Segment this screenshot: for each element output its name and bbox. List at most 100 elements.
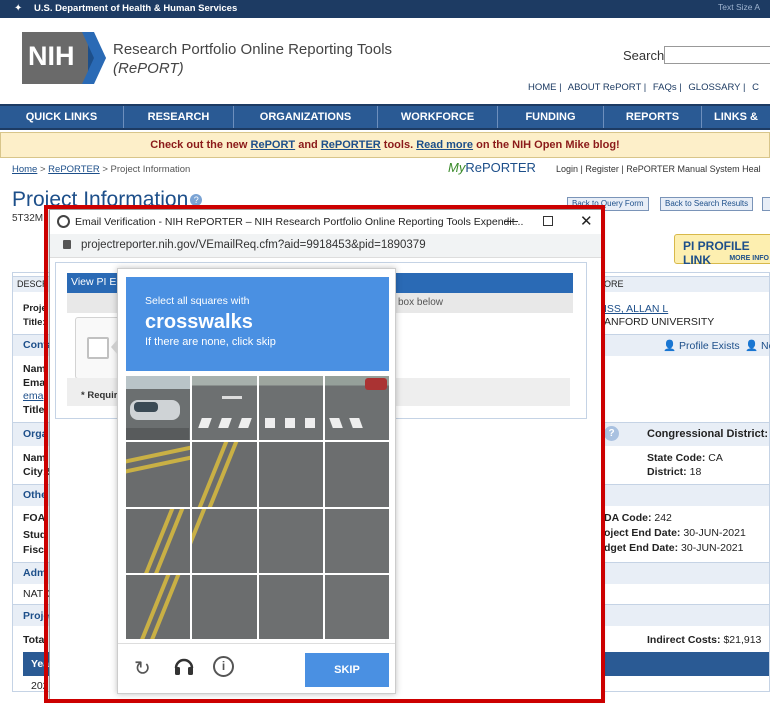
label-title: Title: xyxy=(23,317,46,328)
challenge-header: Select all squares with crosswalks If th… xyxy=(126,277,389,371)
nav-organizations[interactable]: ORGANIZATIONS xyxy=(234,106,378,128)
cfda-code: DA Code: 242 xyxy=(604,512,672,524)
crosswalk-stripe xyxy=(238,418,253,428)
view-pi-email-text: View PI E xyxy=(71,276,117,288)
crosswalk-stripe xyxy=(348,418,363,428)
yellow-line xyxy=(192,508,208,573)
crumb-home[interactable]: Home xyxy=(12,164,37,175)
state-code-value: CA xyxy=(708,452,723,464)
pi-name-link[interactable]: ISS, ALLAN L xyxy=(604,303,668,315)
nav-reports[interactable]: REPORTS xyxy=(604,106,702,128)
pi-profile-link[interactable]: PI PROFILE LINK MORE INFO xyxy=(674,234,770,267)
label-fiscal: Fisc xyxy=(23,544,45,556)
email-link[interactable]: ema xyxy=(23,390,43,402)
text-size-control[interactable]: Text Size A xyxy=(718,2,760,12)
nav-quick-links[interactable]: QUICK LINKS xyxy=(0,106,124,128)
tab-more[interactable]: ORE xyxy=(604,279,624,289)
reload-icon[interactable]: ↻ xyxy=(134,656,151,681)
minimize-button[interactable]: — xyxy=(504,212,518,228)
gov-title[interactable]: U.S. Department of Health & Human Servic… xyxy=(34,3,237,14)
cfda-value: 242 xyxy=(654,512,672,524)
image-tile[interactable] xyxy=(258,442,323,507)
about-link[interactable]: ABOUT RePORT | xyxy=(568,82,647,93)
image-tile[interactable] xyxy=(192,508,257,573)
nav-funding[interactable]: FUNDING xyxy=(498,106,604,128)
nav-links[interactable]: LINKS & xyxy=(702,106,770,128)
label-total: Total xyxy=(23,634,48,646)
image-tile[interactable] xyxy=(126,376,191,441)
maximize-button[interactable] xyxy=(543,216,553,226)
next-button[interactable] xyxy=(762,197,770,211)
glossary-link[interactable]: GLOSSARY | xyxy=(688,82,745,93)
image-tile[interactable] xyxy=(258,508,323,573)
district-label: District: xyxy=(647,466,687,478)
back-to-search-button[interactable]: Back to Search Results xyxy=(660,197,754,211)
project-number: 5T32M xyxy=(12,213,44,224)
nav-research[interactable]: RESEARCH xyxy=(124,106,234,128)
label-email: Ema xyxy=(23,377,46,389)
audio-challenge-icon[interactable] xyxy=(173,655,195,677)
project-end-value: 30-JUN-2021 xyxy=(683,527,746,539)
image-tile[interactable] xyxy=(126,442,191,507)
crumb-reporter[interactable]: RePORTER xyxy=(48,164,100,175)
image-tile[interactable] xyxy=(324,508,389,573)
read-more-link[interactable]: Read more xyxy=(416,139,473,151)
image-tile[interactable] xyxy=(126,574,191,639)
profile-exists-link[interactable]: 👤 Profile Exists xyxy=(663,339,740,352)
no-profile-text: No xyxy=(761,340,770,352)
hhs-seal-icon: ✦ xyxy=(14,3,23,14)
window-titlebar: Email Verification - NIH RePORTER – NIH … xyxy=(50,210,602,234)
address-bar[interactable]: projectreporter.nih.gov/VEmailReq.cfm?ai… xyxy=(50,234,602,258)
crumb-sep: > xyxy=(37,164,49,175)
skip-button[interactable]: SKIP xyxy=(305,653,389,687)
nih-logo-text: NIH xyxy=(28,41,75,71)
indirect-costs: Indirect Costs: $21,913 xyxy=(647,634,761,646)
image-tile[interactable] xyxy=(192,574,257,639)
image-tile[interactable] xyxy=(192,376,257,441)
nih-logo[interactable]: NIH xyxy=(22,32,106,84)
image-tile[interactable] xyxy=(324,574,389,639)
crosswalk-line xyxy=(222,396,243,399)
recaptcha-challenge: Select all squares with crosswalks If th… xyxy=(111,268,396,694)
no-profile-link[interactable]: 👤 No xyxy=(745,339,770,352)
site-title: Research Portfolio Online Reporting Tool… xyxy=(113,41,393,58)
project-end-date: oject End Date: 30-JUN-2021 xyxy=(604,527,746,539)
home-link[interactable]: HOME | xyxy=(528,82,562,93)
help-icon[interactable]: ? xyxy=(604,426,619,441)
state-code-label: State Code: xyxy=(647,452,706,464)
image-tile[interactable] xyxy=(192,442,257,507)
pi-organization: ANFORD UNIVERSITY xyxy=(604,316,715,328)
search-input[interactable] xyxy=(664,46,770,64)
car-window xyxy=(134,402,158,412)
image-tile[interactable] xyxy=(126,508,191,573)
state-code: State Code: CA xyxy=(647,452,723,464)
label-foa: FOA: xyxy=(23,512,49,524)
url-text[interactable]: projectreporter.nih.gov/VEmailReq.cfm?ai… xyxy=(81,239,426,251)
crosswalk-stripe xyxy=(264,418,275,428)
crosswalk-stripe xyxy=(328,418,343,428)
nav-workforce[interactable]: WORKFORCE xyxy=(378,106,498,128)
tab-description[interactable]: DESCR xyxy=(17,279,49,289)
recaptcha-checkbox[interactable] xyxy=(87,337,109,359)
label-study: Stud xyxy=(23,529,47,541)
contact-link[interactable]: C xyxy=(752,82,759,93)
challenge-footer: ↻ i SKIP xyxy=(118,643,395,693)
pi-profile-label: PI PROFILE LINK xyxy=(683,239,750,267)
faqs-link[interactable]: FAQs | xyxy=(653,82,682,93)
image-tile[interactable] xyxy=(258,376,323,441)
image-tile[interactable] xyxy=(324,376,389,441)
image-tile[interactable] xyxy=(258,574,323,639)
announcement-banner: Check out the new RePORT and RePORTER to… xyxy=(0,132,770,158)
report-link[interactable]: RePORT xyxy=(251,139,296,151)
road-surface xyxy=(126,428,189,440)
image-tile[interactable] xyxy=(324,442,389,507)
myreporter-text: RePORTER xyxy=(465,160,536,175)
budget-end-label: dget End Date: xyxy=(604,542,679,554)
myreporter-logo[interactable]: MyRePORTER xyxy=(448,160,536,175)
info-icon[interactable]: i xyxy=(213,656,234,677)
reporter-link[interactable]: RePORTER xyxy=(321,139,381,151)
close-button[interactable]: ✕ xyxy=(580,212,593,230)
user-links[interactable]: Login | Register | RePORTER Manual Syste… xyxy=(556,164,761,174)
help-icon[interactable]: ? xyxy=(190,194,203,207)
announce-text: Check out the new xyxy=(150,139,251,151)
